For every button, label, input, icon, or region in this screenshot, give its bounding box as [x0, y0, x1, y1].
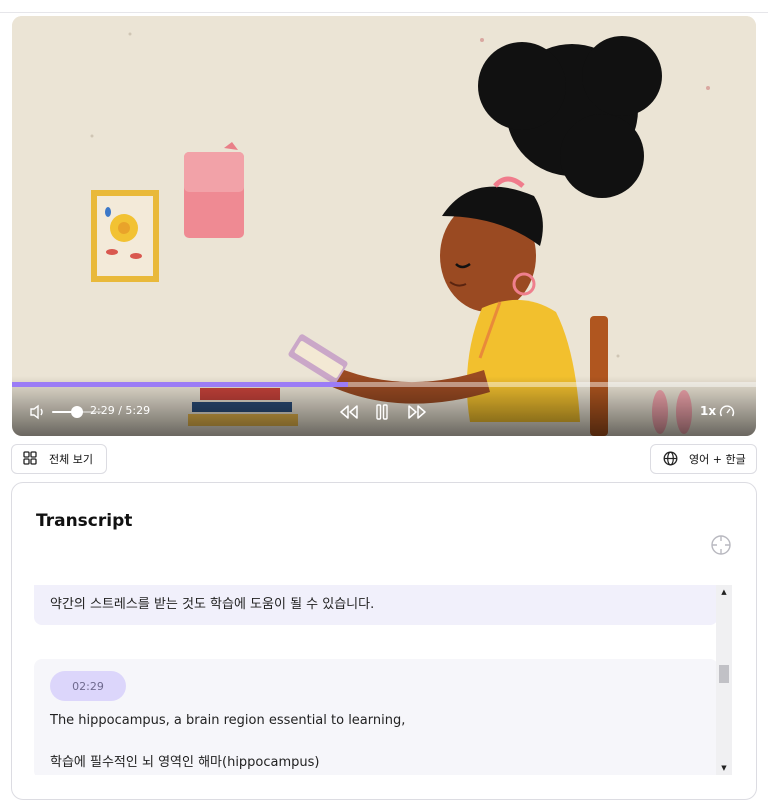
segment-english-text: The hippocampus, a brain region essentia… — [50, 713, 406, 728]
seek-bar[interactable] — [12, 382, 756, 387]
time-display: 2:29 / 5:29 — [90, 404, 151, 417]
transcript-list[interactable]: 약간의 스트레스를 받는 것도 학습에 도움이 될 수 있습니다. 02:29 … — [34, 585, 734, 775]
scrollbar-thumb[interactable] — [719, 665, 729, 683]
globe-icon — [663, 451, 679, 467]
video-frame — [12, 16, 756, 436]
language-label: 영어 + 한글 — [689, 453, 746, 466]
rewind-icon[interactable] — [338, 402, 360, 422]
full-view-label: 전체 보기 — [49, 453, 93, 466]
transcript-panel: Transcript 약간의 스트레스를 받는 것도 학습에 도움이 될 수 있… — [11, 482, 757, 800]
pause-icon[interactable] — [372, 402, 392, 422]
language-toggle-button[interactable]: 영어 + 한글 — [650, 444, 757, 474]
grid-icon — [23, 451, 39, 467]
crosshair-icon[interactable] — [710, 534, 732, 556]
player-controls: 2:29 / 5:29 1x — [12, 397, 756, 427]
scroll-down-arrow-icon[interactable]: ▼ — [716, 761, 732, 775]
segment-korean-text: 학습에 필수적인 뇌 영역인 해마(hippocampus) — [50, 755, 320, 770]
full-view-button[interactable]: 전체 보기 — [11, 444, 107, 474]
transcript-scrollbar[interactable]: ▲ ▼ — [716, 585, 732, 775]
volume-knob[interactable] — [71, 406, 83, 418]
playback-speed-label[interactable]: 1x — [700, 404, 716, 418]
seek-bar-progress — [12, 382, 349, 387]
fast-forward-icon[interactable] — [406, 402, 428, 422]
video-player[interactable]: 2:29 / 5:29 1x — [12, 16, 756, 436]
transcript-segment[interactable]: 약간의 스트레스를 받는 것도 학습에 도움이 될 수 있습니다. — [34, 585, 718, 625]
timestamp-chip[interactable]: 02:29 — [50, 671, 126, 701]
scroll-up-arrow-icon[interactable]: ▲ — [716, 585, 732, 599]
volume-icon[interactable] — [28, 403, 48, 421]
transcript-title: Transcript — [36, 511, 133, 531]
segment-korean-text: 약간의 스트레스를 받는 것도 학습에 도움이 될 수 있습니다. — [50, 597, 375, 612]
top-divider — [0, 12, 768, 13]
transcript-segment-active[interactable]: 02:29 The hippocampus, a brain region es… — [34, 659, 718, 775]
speedometer-icon[interactable] — [718, 403, 736, 421]
